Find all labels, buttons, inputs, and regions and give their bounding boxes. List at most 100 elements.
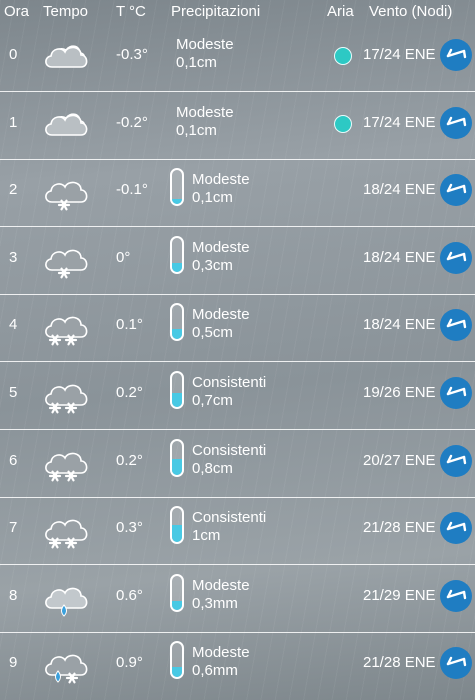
precipitation-intensity: Modeste bbox=[192, 171, 250, 189]
wind-speed: 18/24 ENE bbox=[363, 316, 436, 334]
wind-direction-icon[interactable] bbox=[440, 39, 472, 71]
wind-speed: 21/28 ENE bbox=[363, 519, 436, 537]
temperature-value: 0.9° bbox=[116, 654, 143, 672]
wind-speed: 18/24 ENE bbox=[363, 248, 436, 266]
wind-speed: 17/24 ENE bbox=[363, 46, 436, 63]
precipitation-amount: 0,6mm bbox=[192, 662, 238, 680]
header-weather: Tempo bbox=[43, 3, 89, 20]
precipitation-info: Modeste 0,1cm bbox=[192, 171, 250, 207]
gauge-fill bbox=[172, 525, 182, 543]
hour-label: 0 bbox=[9, 46, 18, 63]
table-row[interactable]: 2 -0.1° Modeste 0,1cm 18/24 ENE bbox=[0, 159, 475, 228]
precipitation-info: Modeste 0,1cm bbox=[176, 36, 234, 72]
wind-speed: 17/24 ENE bbox=[363, 113, 436, 131]
table-row[interactable]: 6 0.2° Consistenti 0,8cm 20/27 ENE bbox=[0, 430, 475, 498]
precipitation-info: Consistenti 0,7cm bbox=[192, 374, 266, 410]
temperature-value: 0.3° bbox=[116, 519, 143, 537]
precipitation-gauge bbox=[170, 371, 184, 409]
wind-direction-icon[interactable] bbox=[440, 106, 472, 139]
gauge-fill bbox=[172, 393, 182, 407]
gauge-fill bbox=[172, 667, 182, 678]
precipitation-intensity: Modeste bbox=[192, 238, 250, 256]
precipitation-info: Modeste 0,6mm bbox=[192, 644, 250, 680]
sleet-icon bbox=[38, 644, 90, 686]
temperature-value: -0.3° bbox=[116, 46, 148, 63]
precipitation-amount: 0,1cm bbox=[176, 121, 217, 139]
precipitation-info: Modeste 0,3cm bbox=[192, 239, 250, 275]
wind-direction-icon[interactable] bbox=[440, 309, 472, 342]
precipitation-gauge bbox=[170, 573, 184, 612]
precipitation-intensity: Consistenti bbox=[192, 441, 267, 459]
wind-speed: 19/26 ENE bbox=[363, 384, 436, 401]
table-row[interactable]: 7 0.3° Consistenti 1cm 21/28 ENE bbox=[0, 497, 475, 566]
precipitation-amount: 0,3cm bbox=[192, 256, 233, 274]
gauge-fill bbox=[172, 601, 182, 610]
table-row[interactable]: 5 0.2° Consistenti 0,7cm 19/26 ENE bbox=[0, 362, 475, 430]
gauge-fill bbox=[172, 199, 182, 205]
cloudy-icon bbox=[38, 104, 90, 146]
wind-direction-icon[interactable] bbox=[440, 512, 472, 545]
light-snow-icon bbox=[38, 239, 90, 281]
hour-label: 3 bbox=[9, 248, 18, 266]
snow-icon bbox=[38, 509, 90, 551]
wind-speed: 21/28 ENE bbox=[363, 654, 436, 672]
air-quality-dot bbox=[334, 47, 352, 65]
hour-label: 8 bbox=[9, 586, 18, 604]
precipitation-amount: 0,1cm bbox=[192, 189, 233, 207]
hour-label: 6 bbox=[9, 451, 18, 469]
precipitation-info: Modeste 0,1cm bbox=[176, 104, 234, 140]
gauge-fill bbox=[172, 329, 182, 340]
wind-speed: 18/24 ENE bbox=[363, 181, 436, 199]
wind-direction-icon[interactable] bbox=[440, 647, 472, 680]
precipitation-gauge bbox=[170, 235, 184, 274]
temperature-value: 0.2° bbox=[116, 451, 143, 469]
precipitation-gauge bbox=[170, 168, 184, 207]
rain-icon bbox=[38, 577, 90, 619]
gauge-fill bbox=[172, 459, 182, 475]
snow-icon bbox=[38, 442, 90, 484]
temperature-value: 0.1° bbox=[116, 316, 143, 334]
precipitation-intensity: Modeste bbox=[192, 576, 250, 594]
hour-label: 2 bbox=[9, 181, 18, 199]
table-row[interactable]: 3 0° Modeste 0,3cm 18/24 ENE bbox=[0, 227, 475, 295]
header-precip: Precipitazioni bbox=[171, 3, 261, 20]
table-row[interactable]: 1 -0.2° Modeste 0,1cm 17/24 ENE bbox=[0, 92, 475, 160]
air-quality-dot bbox=[334, 114, 352, 133]
wind-direction-icon[interactable] bbox=[440, 377, 472, 409]
table-row[interactable]: 4 0.1° Modeste 0,5cm 18/24 ENE bbox=[0, 294, 475, 363]
temperature-value: -0.2° bbox=[116, 113, 148, 131]
wind-direction-icon[interactable] bbox=[440, 241, 472, 274]
hour-label: 1 bbox=[9, 113, 18, 131]
header-temp: T °C bbox=[116, 3, 146, 20]
header-hour: Ora bbox=[4, 3, 30, 20]
table-row[interactable]: 0 -0.3° Modeste 0,1cm 17/24 ENE bbox=[0, 24, 475, 92]
temperature-value: 0° bbox=[116, 248, 131, 266]
temperature-value: 0.2° bbox=[116, 384, 143, 401]
light-snow-icon bbox=[38, 171, 90, 213]
wind-direction-icon[interactable] bbox=[440, 174, 472, 207]
snow-icon bbox=[38, 374, 90, 416]
precipitation-info: Consistenti 1cm bbox=[192, 509, 266, 545]
hour-label: 7 bbox=[9, 519, 18, 537]
precipitation-amount: 0,3mm bbox=[192, 594, 238, 612]
hour-label: 4 bbox=[9, 316, 18, 334]
precipitation-info: Modeste 0,5cm bbox=[192, 306, 250, 342]
precipitation-intensity: Modeste bbox=[176, 103, 234, 121]
temperature-value: 0.6° bbox=[116, 586, 143, 604]
temperature-value: -0.1° bbox=[116, 181, 148, 199]
precipitation-info: Modeste 0,3mm bbox=[192, 577, 250, 613]
table-row[interactable]: 9 0.9° Modeste 0,6mm 21/28 ENE bbox=[0, 632, 475, 699]
precipitation-amount: 0,8cm bbox=[192, 459, 233, 477]
precipitation-gauge bbox=[170, 641, 184, 680]
table-row[interactable]: 8 0.6° Modeste 0,3mm 21/29 ENE bbox=[0, 565, 475, 633]
precipitation-amount: 0,5cm bbox=[192, 324, 233, 342]
header-air: Aria bbox=[327, 3, 354, 20]
snow-icon bbox=[38, 306, 90, 348]
hour-label: 5 bbox=[9, 384, 18, 401]
wind-direction-icon[interactable] bbox=[440, 579, 472, 612]
precipitation-amount: 0,7cm bbox=[192, 392, 233, 409]
wind-direction-icon[interactable] bbox=[440, 444, 472, 477]
precipitation-intensity: Consistenti bbox=[192, 374, 267, 391]
wind-speed: 20/27 ENE bbox=[363, 451, 436, 469]
precipitation-amount: 0,1cm bbox=[176, 54, 217, 71]
